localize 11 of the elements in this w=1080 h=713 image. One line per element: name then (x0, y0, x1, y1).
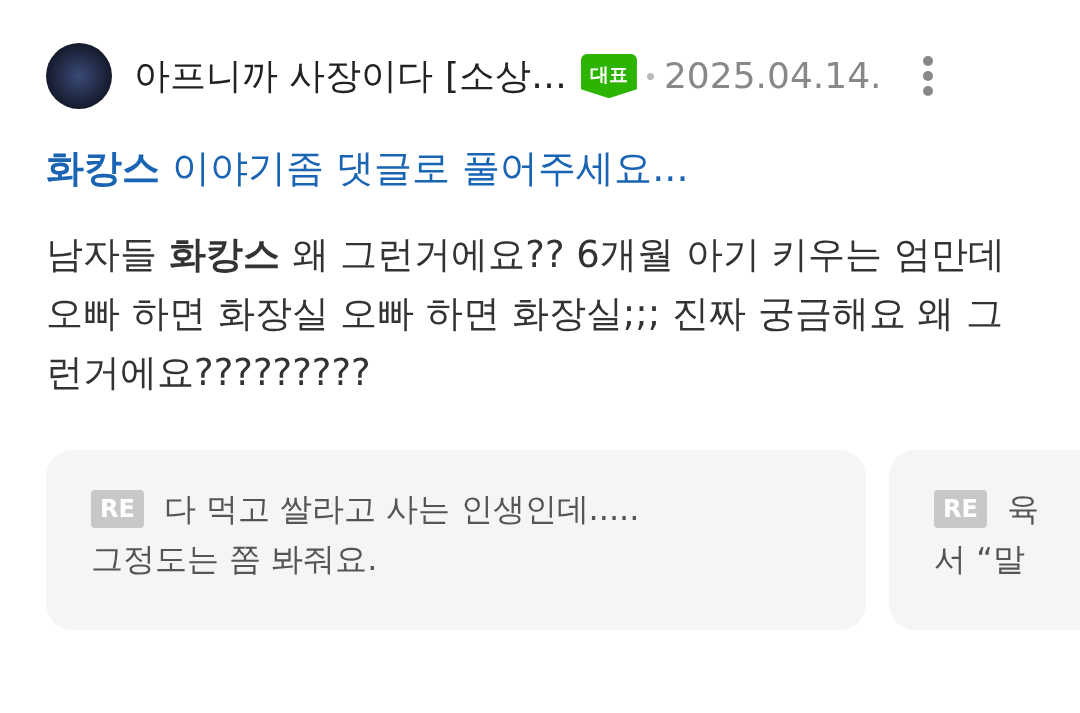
post-date: 2025.04.14. (663, 54, 882, 98)
more-options-icon[interactable] (921, 56, 934, 96)
separator-dot (646, 72, 654, 80)
author-name[interactable]: 아프니까 사장이다 [소상… (134, 49, 567, 103)
comment-line: 육 (1006, 489, 1039, 530)
comment-line: 서 “말 (934, 539, 1026, 580)
post-body: 남자들 화캉스 왜 그런거에요?? 6개월 아기 키우는 엄만데 오빠 하면 화장실 오빠 하면 화장실;;; 진짜 궁금해요 왜 그런거에요????????? (46, 232, 1007, 396)
post-title[interactable]: 화캉스 이야기좀 댓글로 풀어주세요... (46, 140, 1080, 197)
comment-line: 그정도는 쫌 봐줘요. (91, 539, 379, 580)
comment-line: 다 먹고 쌀라고 사는 인생인데..... (163, 489, 640, 530)
representative-badge: 대표 (580, 53, 637, 99)
